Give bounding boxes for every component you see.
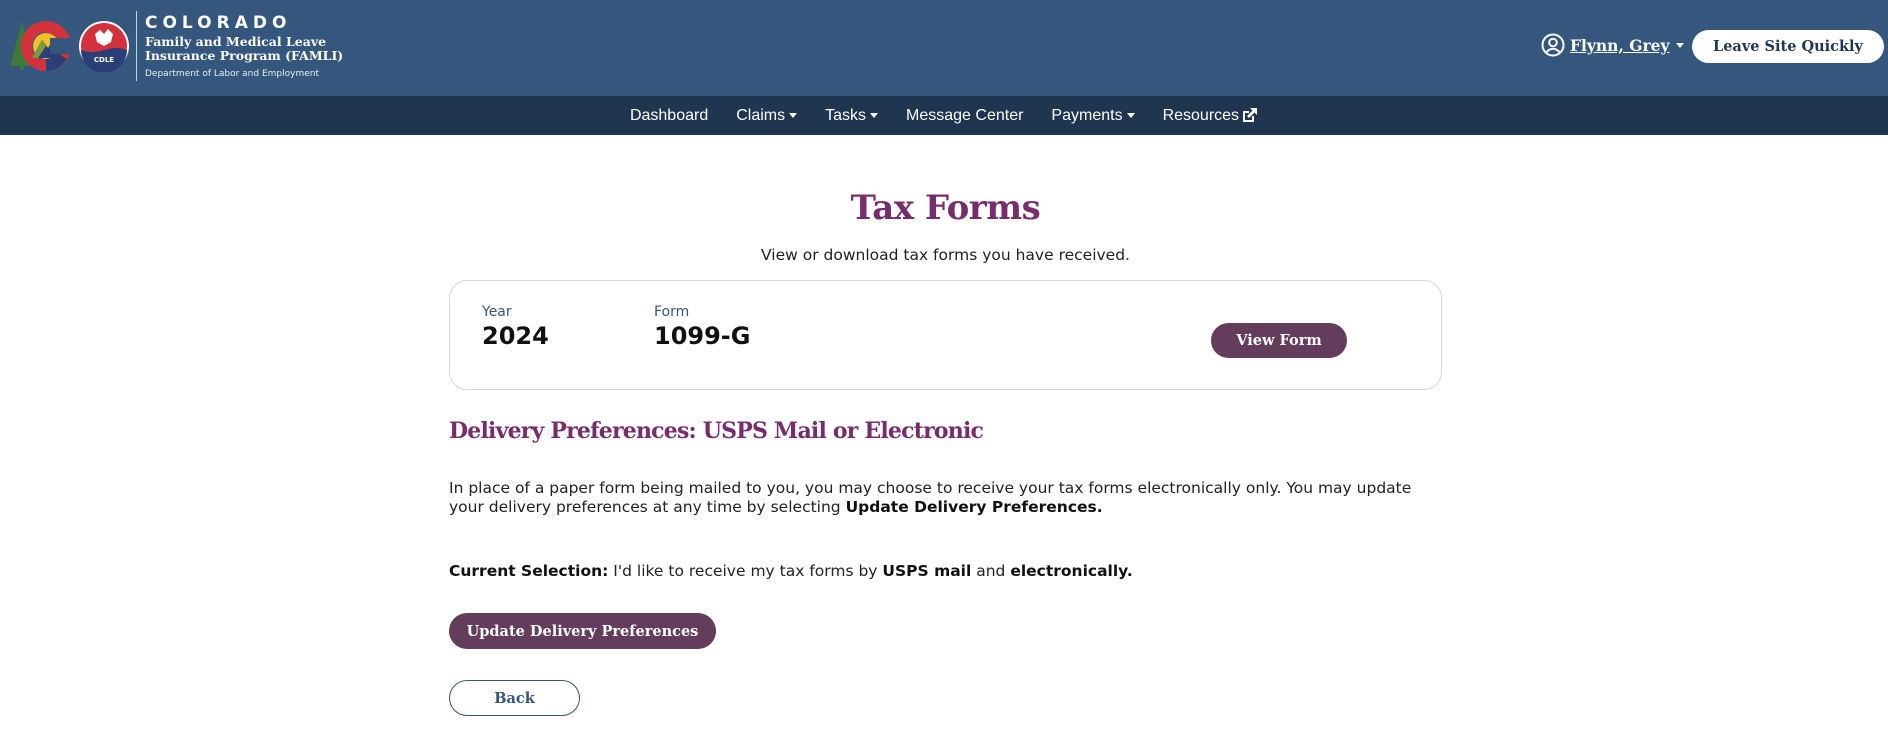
logo-divider (136, 11, 137, 81)
nav-dashboard[interactable]: Dashboard (630, 107, 708, 125)
current-selection-and: and (971, 562, 1011, 580)
current-selection: Current Selection: I'd like to receive m… (449, 562, 1442, 580)
nav-payments-label: Payments (1051, 106, 1123, 124)
colorado-c-logo-icon (10, 21, 72, 71)
cdle-badge-icon: CDLE (79, 21, 129, 72)
year-field: Year 2024 (482, 304, 549, 350)
user-menu-dropdown[interactable]: Flynn, Grey (1541, 33, 1684, 57)
site-header: CDLE COLORADO Family and Medical Leave I… (0, 0, 1888, 96)
brand-state: COLORADO (145, 13, 292, 33)
nav-dashboard-label: Dashboard (629, 106, 709, 124)
brand-department: Department of Labor and Employment (145, 69, 319, 79)
chevron-down-icon (789, 113, 798, 118)
chevron-down-icon (1126, 113, 1135, 118)
form-field: Form 1099-G (654, 304, 750, 350)
user-name-link[interactable]: Flynn, Grey (1570, 36, 1670, 55)
famli-logo[interactable]: CDLE COLORADO Family and Medical Leave I… (8, 10, 343, 82)
nav-resources[interactable]: Resources (1163, 107, 1258, 125)
main-content: Tax Forms View or download tax forms you… (449, 135, 1442, 716)
year-value: 2024 (482, 322, 549, 350)
update-delivery-preferences-button[interactable]: Update Delivery Preferences (449, 613, 716, 649)
brand-program-line1: Family and Medical Leave (145, 34, 327, 49)
main-nav: Dashboard Claims Tasks Message Center Pa… (0, 96, 1888, 135)
nav-resources-label: Resources (1162, 106, 1240, 124)
chevron-down-icon (870, 113, 879, 118)
logo-text: COLORADO Family and Medical Leave Insura… (145, 13, 343, 79)
current-selection-electronic: electronically. (1010, 562, 1133, 580)
nav-tasks-label: Tasks (825, 106, 867, 124)
back-button[interactable]: Back (449, 680, 580, 716)
current-selection-text: I'd like to receive my tax forms by (608, 562, 883, 580)
nav-message-center-label: Message Center (906, 106, 1024, 124)
delivery-description: In place of a paper form being mailed to… (449, 479, 1442, 517)
external-link-icon (1243, 108, 1258, 122)
brand-program-line2: Insurance Program (FAMLI) (145, 48, 344, 63)
delivery-preferences-title: Delivery Preferences: USPS Mail or Elect… (449, 418, 984, 444)
current-selection-label: Current Selection: (449, 562, 609, 580)
user-circle-icon (1541, 33, 1565, 57)
page-title: Tax Forms (850, 188, 1041, 228)
current-selection-usps: USPS mail (882, 562, 972, 580)
chevron-down-icon (1675, 42, 1684, 48)
nav-claims-label: Claims (736, 106, 786, 124)
tax-form-card: Year 2024 Form 1099-G View Form (449, 280, 1442, 390)
nav-claims[interactable]: Claims (736, 106, 798, 125)
nav-tasks[interactable]: Tasks (825, 106, 879, 125)
year-label: Year (482, 304, 512, 320)
nav-payments[interactable]: Payments (1051, 106, 1135, 125)
delivery-description-bold: Update Delivery Preferences. (845, 498, 1103, 516)
view-form-button[interactable]: View Form (1211, 323, 1347, 358)
leave-site-quickly-button[interactable]: Leave Site Quickly (1692, 30, 1884, 63)
nav-message-center[interactable]: Message Center (906, 107, 1023, 125)
page-subtitle: View or download tax forms you have rece… (761, 246, 1130, 264)
form-value: 1099-G (654, 322, 751, 350)
form-label: Form (654, 304, 690, 320)
svg-text:CDLE: CDLE (94, 56, 114, 64)
